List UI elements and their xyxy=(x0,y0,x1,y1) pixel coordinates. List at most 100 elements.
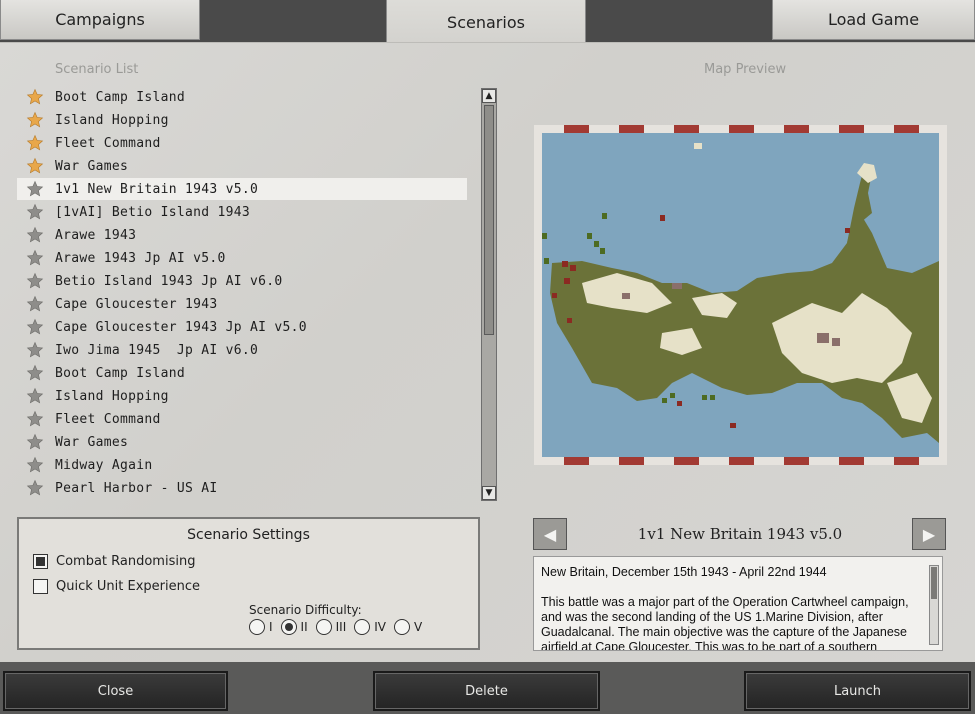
radio-label: III xyxy=(335,620,347,634)
list-item-label: Fleet Command xyxy=(55,135,161,151)
checkbox-checked-icon[interactable] xyxy=(33,554,48,569)
tab-load-game[interactable]: Load Game xyxy=(772,0,975,40)
gray-star-icon xyxy=(25,432,45,452)
scroll-down-icon[interactable]: ▼ xyxy=(482,486,496,500)
scroll-thumb[interactable] xyxy=(484,105,494,335)
close-button[interactable]: Close xyxy=(3,671,228,711)
list-item[interactable]: Cape Gloucester 1943 xyxy=(17,293,467,315)
gray-star-icon xyxy=(25,248,45,268)
difficulty-radio-iv[interactable]: IV xyxy=(354,619,386,635)
quick-unit-experience-checkbox[interactable]: Quick Unit Experience xyxy=(33,579,200,594)
list-item[interactable]: Fleet Command xyxy=(17,132,467,154)
list-item-label: Boot Camp Island xyxy=(55,89,186,105)
list-item[interactable]: Iwo Jima 1945 Jp AI v6.0 xyxy=(17,339,467,361)
gray-star-icon xyxy=(25,225,45,245)
gray-star-icon xyxy=(25,478,45,498)
map-image xyxy=(542,133,939,457)
quick-unit-experience-label: Quick Unit Experience xyxy=(56,579,200,594)
gold-star-icon xyxy=(25,156,45,176)
list-item[interactable]: Betio Island 1943 Jp AI v6.0 xyxy=(17,270,467,292)
scenario-list: Boot Camp Island Island Hopping Fleet Co… xyxy=(17,86,467,501)
list-item-label: War Games xyxy=(55,158,129,174)
list-item[interactable]: Boot Camp Island xyxy=(17,86,467,108)
difficulty-radio-group: I II III IV V xyxy=(249,619,430,635)
selected-scenario-title: 1v1 New Britain 1943 v5.0 xyxy=(637,525,843,543)
settings-title: Scenario Settings xyxy=(187,527,310,543)
list-item[interactable]: Arawe 1943 xyxy=(17,224,467,246)
gray-star-icon xyxy=(25,409,45,429)
list-item[interactable]: Fleet Command xyxy=(17,408,467,430)
list-item-label: Island Hopping xyxy=(55,388,169,404)
difficulty-radio-iii[interactable]: III xyxy=(315,619,347,635)
combat-randomising-checkbox[interactable]: Combat Randomising xyxy=(33,554,195,569)
list-item[interactable]: War Games xyxy=(17,155,467,177)
list-item-label: Cape Gloucester 1943 Jp AI v5.0 xyxy=(55,319,307,335)
list-item-label: [1vAI] Betio Island 1943 xyxy=(55,204,251,220)
difficulty-radio-v[interactable]: V xyxy=(394,619,422,635)
delete-button[interactable]: Delete xyxy=(373,671,600,711)
description-scroll-thumb[interactable] xyxy=(931,567,937,599)
scenario-list-title: Scenario List xyxy=(55,62,139,77)
list-item-label: Betio Island 1943 Jp AI v6.0 xyxy=(55,273,283,289)
island-map-graphic xyxy=(542,133,939,457)
list-item-label: Island Hopping xyxy=(55,112,169,128)
scenario-settings-panel: Scenario Settings Combat Randomising Qui… xyxy=(17,517,480,650)
list-item[interactable]: Island Hopping xyxy=(17,109,467,131)
gold-star-icon xyxy=(25,133,45,153)
radio-label: V xyxy=(414,620,423,634)
gray-star-icon xyxy=(25,317,45,337)
gold-star-icon xyxy=(25,87,45,107)
list-item[interactable]: Arawe 1943 Jp AI v5.0 xyxy=(17,247,467,269)
launch-button[interactable]: Launch xyxy=(744,671,971,711)
map-preview-title: Map Preview xyxy=(704,62,787,77)
next-scenario-button[interactable]: ▶ xyxy=(912,518,946,550)
radio-icon[interactable] xyxy=(315,619,332,635)
radio-selected-icon[interactable] xyxy=(280,619,297,635)
map-preview xyxy=(534,125,947,465)
tab-scenarios[interactable]: Scenarios xyxy=(386,0,586,44)
list-item-label: War Games xyxy=(55,434,129,450)
description-scrollbar[interactable] xyxy=(929,565,939,645)
gray-star-icon xyxy=(25,455,45,475)
list-item[interactable]: Boot Camp Island xyxy=(17,362,467,384)
difficulty-radio-ii[interactable]: II xyxy=(280,619,308,635)
scenario-description[interactable]: New Britain, December 15th 1943 - April … xyxy=(533,556,943,651)
list-item[interactable]: Midway Again xyxy=(17,454,467,476)
previous-scenario-button[interactable]: ◀ xyxy=(533,518,567,550)
difficulty-label: Scenario Difficulty: xyxy=(249,603,362,617)
tab-campaigns[interactable]: Campaigns xyxy=(0,0,200,40)
scenario-list-scrollbar[interactable]: ▲ ▼ xyxy=(481,88,497,501)
gold-star-icon xyxy=(25,110,45,130)
list-item-label: Arawe 1943 Jp AI v5.0 xyxy=(55,250,226,266)
list-item[interactable]: Island Hopping xyxy=(17,385,467,407)
list-item[interactable]: [1vAI] Betio Island 1943 xyxy=(17,201,467,223)
radio-icon[interactable] xyxy=(354,619,371,635)
gray-star-icon xyxy=(25,294,45,314)
list-item-label: Boot Camp Island xyxy=(55,365,186,381)
radio-label: II xyxy=(300,620,308,634)
radio-label: I xyxy=(269,620,273,634)
description-line1: New Britain, December 15th 1943 - April … xyxy=(541,565,827,579)
difficulty-radio-i[interactable]: I xyxy=(249,619,273,635)
radio-icon[interactable] xyxy=(394,619,410,635)
list-item[interactable]: Pearl Harbor - US AI xyxy=(17,477,467,499)
arrow-right-icon: ▶ xyxy=(922,524,936,544)
gray-star-icon xyxy=(25,386,45,406)
scroll-up-icon[interactable]: ▲ xyxy=(482,89,496,103)
list-item[interactable]: Cape Gloucester 1943 Jp AI v5.0 xyxy=(17,316,467,338)
list-item-label: Midway Again xyxy=(55,457,153,473)
list-item-selected[interactable]: 1v1 New Britain 1943 v5.0 xyxy=(17,178,467,200)
list-item-label: Pearl Harbor - US AI xyxy=(55,480,218,496)
list-item-label: Cape Gloucester 1943 xyxy=(55,296,218,312)
tab-bar: Campaigns Scenarios Load Game xyxy=(0,0,975,44)
checkbox-unchecked-icon[interactable] xyxy=(33,579,48,594)
radio-label: IV xyxy=(374,620,386,634)
gray-star-icon xyxy=(25,271,45,291)
list-item-label: Iwo Jima 1945 Jp AI v6.0 xyxy=(55,342,259,358)
gray-star-icon xyxy=(25,179,45,199)
list-item[interactable]: War Games xyxy=(17,431,467,453)
gray-star-icon xyxy=(25,363,45,383)
combat-randomising-label: Combat Randomising xyxy=(56,554,196,569)
description-body: This battle was a major part of the Oper… xyxy=(541,595,909,651)
radio-icon[interactable] xyxy=(249,619,265,635)
